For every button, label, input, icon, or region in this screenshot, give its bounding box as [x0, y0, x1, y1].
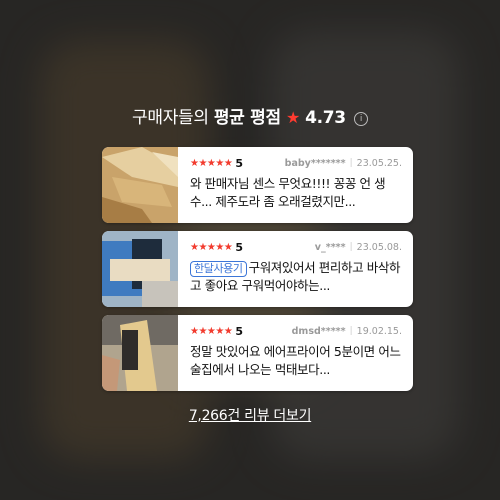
review-photo[interactable] [102, 231, 178, 307]
review-list: ★★★★★ 5 baby******* | 23.05.25. 와 판매자님 센… [102, 147, 413, 399]
review-author: dmsd***** [291, 325, 346, 337]
review-text: 한달사용기 구워져있어서 편리하고 바삭하고 좋아요 구워먹어야하는... [190, 260, 401, 293]
star-rating: ★★★★★ [190, 325, 233, 337]
review-author: v_**** [314, 241, 346, 253]
rating-header: 구매자들의 평균 평점 ★ 4.73 i [0, 106, 500, 130]
star-rating: ★★★★★ [190, 157, 233, 169]
star-rating: ★★★★★ [190, 241, 233, 253]
review-text: 와 판매자님 센스 무엇요!!!! 꽁꽁 언 생수... 제주도라 좀 오래걸렸… [190, 176, 386, 209]
average-rating: 4.73 [305, 108, 346, 128]
header-prefix: 구매자들의 [132, 108, 209, 128]
divider: | [349, 242, 353, 252]
info-icon[interactable]: i [353, 112, 368, 126]
header-title: 평균 평점 [213, 108, 281, 128]
star-icon: ★ [285, 108, 300, 127]
more-reviews-link[interactable]: 7,266건 리뷰 더보기 [0, 405, 500, 425]
review-score: 5 [235, 240, 243, 254]
review-text: 정말 맛있어요 에어프라이어 5분이면 어느 술집에서 나오는 먹태보다... [190, 344, 401, 377]
review-photo[interactable] [102, 315, 178, 391]
review-card[interactable]: ★★★★★ 5 baby******* | 23.05.25. 와 판매자님 센… [102, 147, 413, 223]
review-photo[interactable] [102, 147, 178, 223]
review-date: 23.05.25. [356, 157, 402, 169]
review-card[interactable]: ★★★★★ 5 v_**** | 23.05.08. 한달사용기 구워져있어서 편… [102, 231, 413, 307]
review-date: 19.02.15. [356, 325, 402, 337]
review-author: baby******* [284, 157, 346, 169]
review-score: 5 [235, 156, 243, 170]
review-score: 5 [235, 324, 243, 338]
review-date: 23.05.08. [356, 241, 402, 253]
divider: | [349, 326, 353, 336]
review-card[interactable]: ★★★★★ 5 dmsd***** | 19.02.15. 정말 맛있어요 에어… [102, 315, 413, 391]
review-tag: 한달사용기 [190, 261, 247, 277]
divider: | [349, 158, 353, 168]
